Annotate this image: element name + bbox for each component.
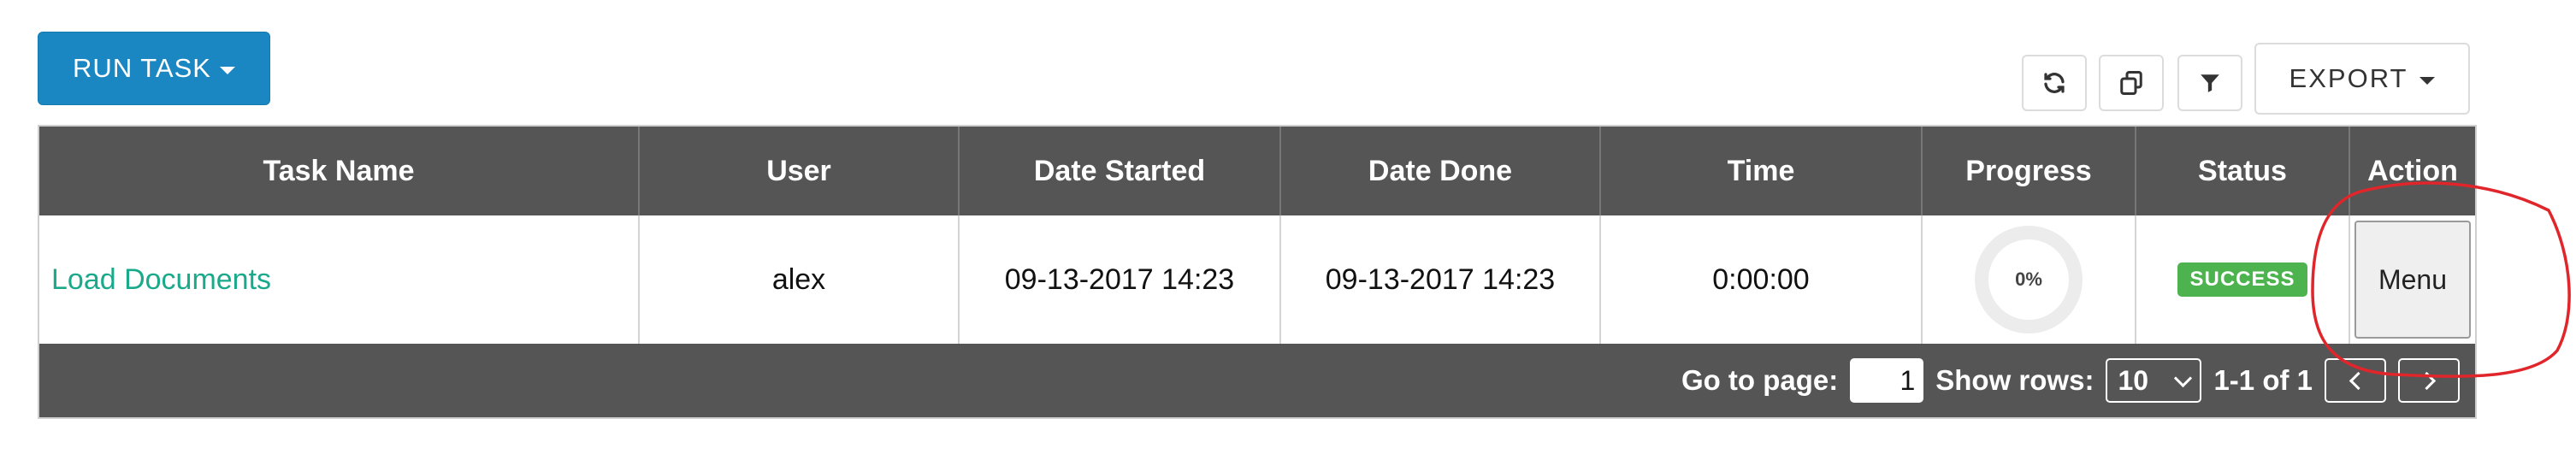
chevron-right-icon bbox=[2417, 371, 2436, 390]
date-done-cell: 09-13-2017 14:23 bbox=[1281, 215, 1601, 344]
column-header-date-started[interactable]: Date Started bbox=[960, 127, 1281, 215]
column-header-user[interactable]: User bbox=[640, 127, 960, 215]
status-cell: SUCCESS bbox=[2136, 215, 2350, 344]
previous-page-button[interactable] bbox=[2325, 358, 2386, 403]
chevron-down-icon bbox=[2174, 369, 2193, 387]
action-cell: Menu bbox=[2350, 215, 2475, 344]
rows-per-page-value: 10 bbox=[2118, 364, 2149, 396]
run-task-button[interactable]: RUN TASK bbox=[38, 32, 270, 105]
date-started-cell: 09-13-2017 14:23 bbox=[960, 215, 1281, 344]
progress-label: 0% bbox=[2015, 268, 2042, 290]
tasks-table: Task Name User Date Started Date Done Ti… bbox=[38, 125, 2477, 419]
refresh-button[interactable] bbox=[2022, 55, 2087, 111]
status-badge: SUCCESS bbox=[2177, 262, 2307, 297]
progress-ring: 0% bbox=[1975, 226, 2083, 333]
column-header-status[interactable]: Status bbox=[2136, 127, 2350, 215]
column-header-action: Action bbox=[2367, 154, 2458, 187]
chevron-left-icon bbox=[2349, 371, 2367, 390]
copy-button[interactable] bbox=[2099, 55, 2164, 111]
progress-cell: 0% bbox=[1923, 215, 2136, 344]
show-rows-label: Show rows: bbox=[1935, 364, 2094, 396]
table-row: Load Documents alex 09-13-2017 14:23 09-… bbox=[39, 215, 2475, 344]
go-to-page-label: Go to page: bbox=[1681, 364, 1839, 396]
user-cell: alex bbox=[640, 215, 960, 344]
task-name-link[interactable]: Load Documents bbox=[39, 215, 640, 344]
filter-button[interactable] bbox=[2177, 55, 2242, 111]
page-range-label: 1-1 of 1 bbox=[2213, 364, 2313, 396]
column-header-task-name[interactable]: Task Name bbox=[39, 127, 640, 215]
next-page-button[interactable] bbox=[2398, 358, 2460, 403]
column-header-progress[interactable]: Progress bbox=[1923, 127, 2136, 215]
pagination-bar: Go to page: Show rows: 10 1-1 of 1 bbox=[39, 344, 2475, 417]
filter-icon bbox=[2201, 74, 2219, 92]
time-cell: 0:00:00 bbox=[1601, 215, 1923, 344]
rows-per-page-select[interactable]: 10 bbox=[2106, 358, 2202, 403]
column-header-time[interactable]: Time bbox=[1601, 127, 1923, 215]
column-header-date-done[interactable]: Date Done bbox=[1281, 127, 1601, 215]
menu-button[interactable]: Menu bbox=[2354, 221, 2471, 339]
export-button[interactable]: EXPORT bbox=[2254, 43, 2470, 115]
table-header: Task Name User Date Started Date Done Ti… bbox=[39, 127, 2475, 215]
run-task-label: RUN TASK bbox=[73, 53, 211, 83]
page-number-input[interactable] bbox=[1850, 358, 1924, 403]
export-label: EXPORT bbox=[2289, 63, 2408, 93]
copy-icon bbox=[2120, 71, 2142, 95]
refresh-icon bbox=[2044, 73, 2065, 93]
caret-down-icon bbox=[2419, 76, 2436, 85]
caret-down-icon bbox=[219, 66, 235, 74]
